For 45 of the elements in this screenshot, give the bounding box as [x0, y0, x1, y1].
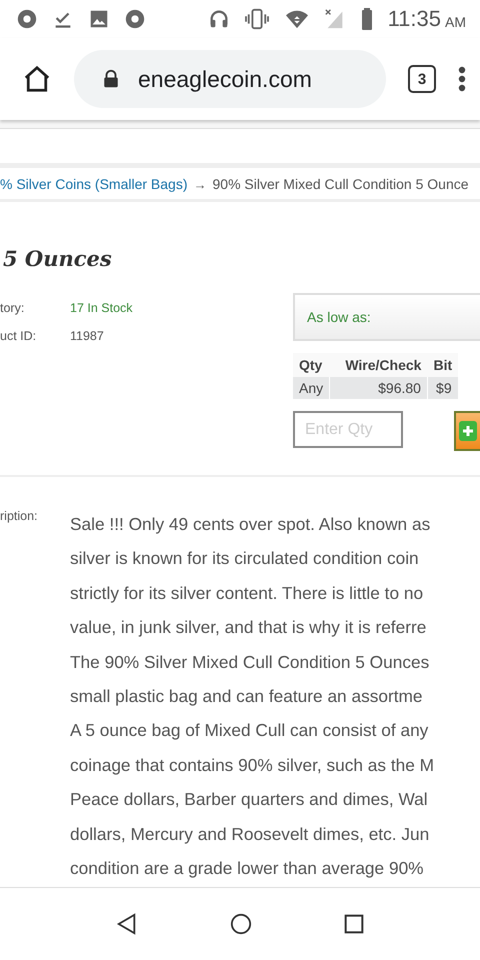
home-icon[interactable] [230, 913, 252, 935]
description-line: Sale !!! Only 49 cents over spot. Also known as [70, 513, 432, 536]
headphones-icon [208, 8, 230, 30]
clock-period: AM [445, 14, 466, 30]
description-line: condition are a grade lower than average 90% [70, 857, 425, 880]
info-value: 11987 [70, 329, 104, 343]
info-value: 17 In Stock [70, 301, 133, 315]
menu-icon[interactable] [458, 66, 466, 92]
url-text: eneaglecoin.com [138, 66, 312, 92]
description-line: strictly for its silver content. There is little to no [70, 582, 424, 605]
info-label: uct ID: [0, 329, 38, 343]
product-title: 5 Ounces [3, 246, 113, 271]
tab-count-button[interactable]: 3 [408, 65, 436, 93]
image-icon [88, 8, 110, 30]
description-line: The 90% Silver Mixed Cull Condition 5 Ounces [70, 650, 430, 674]
description-line: coinage that contains 90% silver, such as the M [70, 754, 434, 777]
breadcrumb-arrow: → [194, 176, 206, 192]
breadcrumb-current: 90% Silver Mixed Cull Condition 5 Ounce [212, 176, 469, 192]
battery-icon [360, 7, 374, 31]
wifi-icon [284, 8, 310, 30]
column-header: Bit [427, 353, 458, 377]
recents-icon[interactable] [344, 914, 364, 934]
description-line: silver is known for its circulated condition coin [70, 547, 420, 570]
description-line: dollars, Mercury and Roosevelt dimes, etc. Jun [70, 822, 430, 846]
back-icon[interactable] [116, 913, 138, 935]
clock-time: 11:35 [388, 6, 441, 32]
lock-icon [102, 68, 120, 90]
description-line: small plastic bag and can feature an assortme [70, 685, 424, 708]
home-icon[interactable] [22, 64, 52, 94]
table-cell: Any [293, 377, 330, 399]
column-header: Wire/Check [330, 353, 428, 377]
description-line: A 5 ounce bag of Mixed Cull can consist of any [70, 719, 430, 742]
description-line: Peace dollars, Barber quarters and dimes, Wal [70, 788, 429, 812]
price-label: As low as: [307, 309, 371, 325]
breadcrumb-link[interactable]: % Silver Coins (Smaller Bags) [0, 176, 188, 192]
column-header: Qty [293, 353, 330, 377]
info-label: tory: [0, 301, 26, 315]
plus-icon [459, 421, 477, 441]
address-bar[interactable]: eneaglecoin.com [74, 50, 386, 108]
vibrate-icon [244, 8, 270, 30]
table-cell: $96.80 [330, 377, 428, 399]
table-cell: $9 [427, 377, 458, 399]
add-to-cart-button[interactable] [454, 411, 480, 451]
description-label: ription: [0, 508, 39, 525]
description-line: value, in junk silver, and that is why it is referre [70, 616, 428, 640]
